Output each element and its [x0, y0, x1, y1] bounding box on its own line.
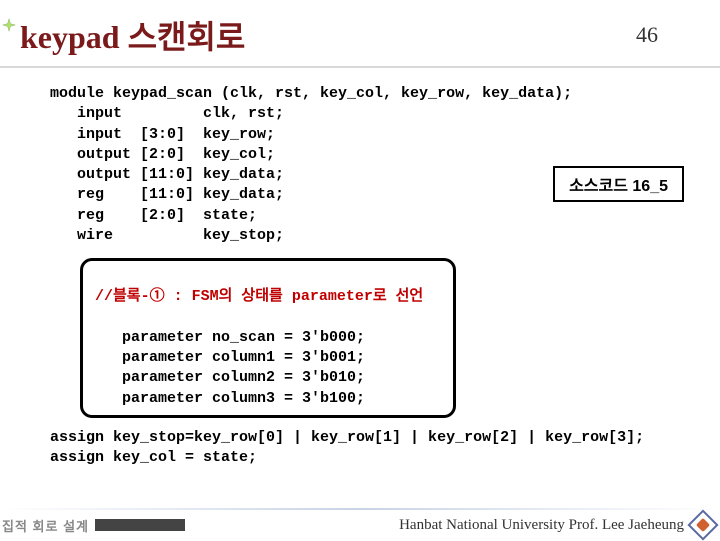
bullet-icon [2, 18, 16, 32]
university-logo-icon [687, 509, 718, 540]
slide-header: keypad 스캔회로 46 [0, 0, 720, 68]
module-declaration: module keypad_scan (clk, rst, key_col, k… [50, 84, 684, 104]
footer-left-text: 집적 회로 설계 [0, 516, 89, 535]
parameter-lines: parameter no_scan = 3'b000; parameter co… [95, 329, 365, 407]
block-comment: //블록-① : FSM의 상태를 parameter로 선언 [95, 288, 423, 305]
slide-content: 소스코드 16_5 module keypad_scan (clk, rst, … [50, 84, 684, 468]
slide-title: keypad 스캔회로 [20, 12, 636, 58]
footer-right-text: Hanbat National University Prof. Lee Jae… [399, 514, 720, 536]
footer-bar [95, 519, 185, 531]
assign-statements: assign key_stop=key_row[0] | key_row[1] … [50, 428, 684, 469]
slide-footer: 집적 회로 설계 Hanbat National University Prof… [0, 510, 720, 540]
source-code-label: 소스코드 16_5 [553, 166, 684, 202]
page-number: 46 [636, 22, 658, 48]
parameter-block: //블록-① : FSM의 상태를 parameter로 선언 paramete… [80, 258, 456, 418]
